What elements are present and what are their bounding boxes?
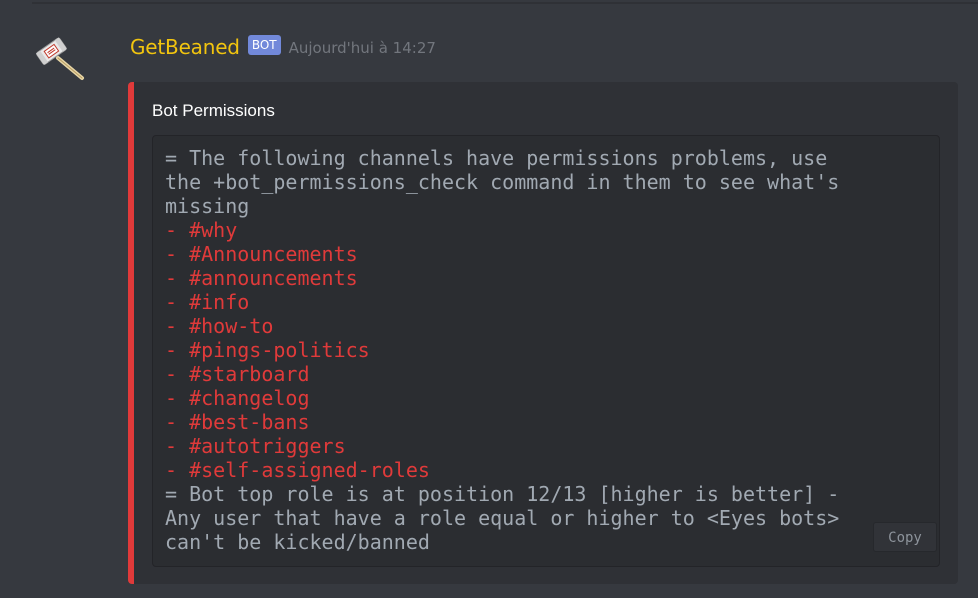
code-line: missing	[165, 194, 250, 218]
code-line: can't be kicked/banned	[165, 530, 430, 554]
embed-title: Bot Permissions	[152, 101, 275, 120]
embed: Bot Permissions = The following channels…	[128, 82, 958, 584]
code-lines: = The following channels have permission…	[165, 146, 927, 554]
channel-line: - #changelog	[165, 386, 310, 410]
code-line: the +bot_permissions_check command in th…	[165, 170, 840, 194]
ban-hammer-icon	[35, 37, 84, 80]
channel-line: - #autotriggers	[165, 434, 346, 458]
code-line: Any user that have a role equal or highe…	[165, 506, 840, 530]
code-line: = The following channels have permission…	[165, 146, 828, 170]
channel-line: - #starboard	[165, 362, 310, 386]
channel-line: - #Announcements	[165, 242, 358, 266]
channel-line: - #pings-politics	[165, 338, 370, 362]
channel-line: - #how-to	[165, 314, 274, 338]
channel-line: - #info	[165, 290, 250, 314]
code-block: = The following channels have permission…	[152, 135, 940, 567]
channel-line: - #announcements	[165, 266, 358, 290]
channel-line: - #best-bans	[165, 410, 310, 434]
copy-button[interactable]: Copy	[873, 522, 937, 552]
avatar[interactable]	[34, 34, 88, 82]
timestamp: Aujourd'hui à 14:27	[288, 39, 436, 57]
channel-line: - #self-assigned-roles	[165, 458, 430, 482]
bot-tag: BOT	[247, 35, 281, 55]
message-header: GetBeaned BOT Aujourd'hui à 14:27	[130, 32, 436, 62]
chat-message: GetBeaned BOT Aujourd'hui à 14:27 Bot Pe…	[0, 0, 978, 598]
channel-line: - #why	[165, 218, 238, 242]
username[interactable]: GetBeaned	[130, 35, 240, 59]
code-line: = Bot top role is at position 12/13 [hig…	[165, 482, 840, 506]
